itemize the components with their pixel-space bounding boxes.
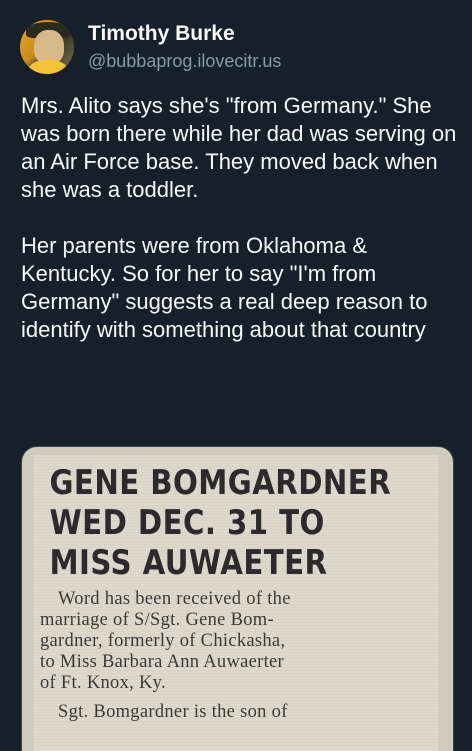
avatar[interactable] <box>20 20 74 74</box>
clipping-headline: GENE BOMGARDNER WED DEC. 31 TO MISS AUWA… <box>49 463 392 583</box>
clipping-paragraph: Sgt. Bomgardner is the son of <box>58 702 288 722</box>
avatar-shirt <box>24 60 72 74</box>
avatar-face <box>34 30 64 64</box>
author-handle[interactable]: @bubbaprog.ilovecitr.us <box>88 49 281 73</box>
author-display-name[interactable]: Timothy Burke <box>88 21 281 47</box>
author-names: Timothy Burke @bubbaprog.ilovecitr.us <box>88 21 281 73</box>
newspaper-clipping: GENE BOMGARDNER WED DEC. 31 TO MISS AUWA… <box>34 455 438 751</box>
tweet-header: Timothy Burke @bubbaprog.ilovecitr.us <box>20 20 281 74</box>
clipping-body: Word has been received of the marriage o… <box>34 583 438 723</box>
tweet-media-image[interactable]: GENE BOMGARDNER WED DEC. 31 TO MISS AUWA… <box>21 446 454 751</box>
clipping-paragraph: Word has been received of the marriage o… <box>40 589 291 693</box>
tweet-text: Mrs. Alito says she's "from Germany." Sh… <box>21 93 457 342</box>
